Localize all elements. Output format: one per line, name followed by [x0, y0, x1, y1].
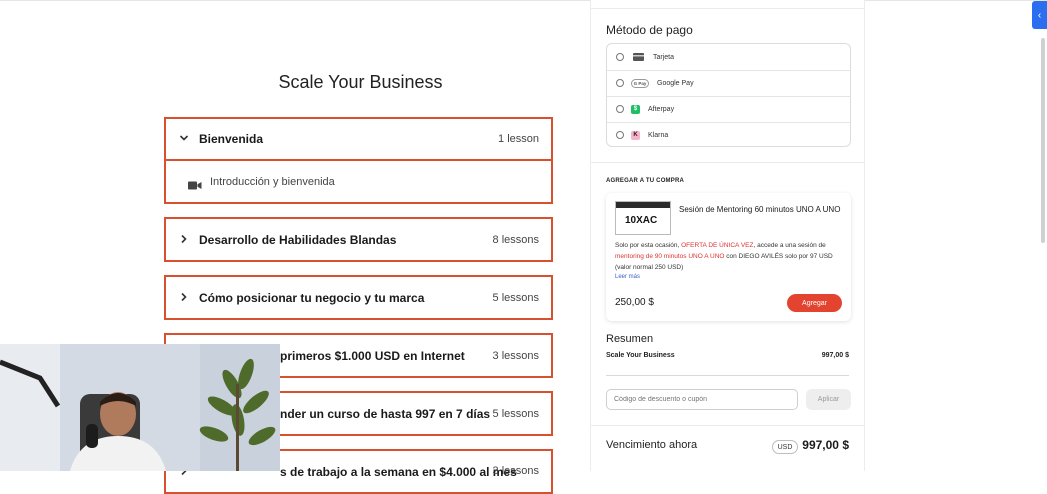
- due-now-label: Vencimiento ahora: [606, 439, 698, 451]
- module-lesson-count: 1 lesson: [498, 133, 539, 145]
- thumbnail-logo-text: 10XAC: [625, 215, 658, 226]
- module-lesson-count: 5 lessons: [492, 407, 539, 420]
- section-divider: [591, 162, 864, 163]
- lesson-row[interactable]: Introducción y bienvenida: [164, 159, 553, 204]
- payment-method-list: Tarjeta G Pay Google Pay $ Afterpay K Kl…: [606, 43, 851, 147]
- summary-divider: [606, 375, 849, 376]
- desc-text: , accede a una sesión de: [753, 242, 826, 249]
- panel-divider: [591, 8, 864, 9]
- payment-option-afterpay[interactable]: $ Afterpay: [607, 96, 850, 122]
- scrollbar[interactable]: [1041, 38, 1045, 243]
- module-posicionar-negocio[interactable]: Cómo posicionar tu negocio y tu marca 5 …: [164, 275, 553, 320]
- payment-option-label: Afterpay: [648, 105, 675, 113]
- payment-option-label: Tarjeta: [653, 53, 675, 61]
- addon-price: 250,00 $: [615, 297, 654, 308]
- addon-card: 10XAC Sesión de Mentoring 60 minutos UNO…: [606, 193, 851, 321]
- apply-coupon-button[interactable]: Aplicar: [806, 389, 851, 410]
- due-divider: [591, 425, 864, 426]
- desc-highlight: OFERTA DE ÚNICA VEZ: [681, 242, 754, 249]
- radio-button[interactable]: [616, 131, 624, 139]
- coupon-input[interactable]: [606, 389, 798, 410]
- desc-highlight: mentoring de 90 minutos UNO A UNO: [615, 253, 725, 260]
- chevron-right-icon: [179, 291, 191, 305]
- side-panel-toggle[interactable]: ‹: [1032, 1, 1047, 29]
- webcam-overlay: [0, 344, 280, 471]
- summary-item-price: 997,00 $: [821, 352, 849, 359]
- addon-header: AGREGAR A TU COMPRA: [606, 178, 685, 184]
- payment-option-label: Google Pay: [657, 79, 694, 87]
- module-bienvenida[interactable]: Bienvenida 1 lesson: [164, 117, 553, 161]
- module-lesson-count: 8 lessons: [492, 233, 539, 246]
- module-name: Cómo posicionar tu negocio y tu marca: [199, 290, 425, 305]
- radio-button[interactable]: [616, 79, 624, 87]
- radio-button[interactable]: [616, 105, 624, 113]
- payment-method-title: Método de pago: [606, 23, 693, 37]
- payment-option-google-pay[interactable]: G Pay Google Pay: [607, 70, 850, 96]
- payment-option-label: Klarna: [648, 131, 669, 139]
- module-name: Bienvenida: [199, 132, 264, 146]
- module-lesson-count: 3 lessons: [492, 465, 539, 477]
- course-title: Scale Your Business: [278, 72, 443, 92]
- lesson-name: Introducción y bienvenida: [210, 175, 335, 188]
- summary-title: Resumen: [606, 333, 654, 345]
- chevron-left-icon: ‹: [1037, 9, 1042, 21]
- payment-option-klarna[interactable]: K Klarna: [607, 122, 850, 148]
- currency-badge: USD: [772, 440, 798, 454]
- module-lesson-count: 3 lessons: [492, 349, 539, 362]
- read-more-link[interactable]: Leer más: [615, 274, 640, 280]
- payment-option-tarjeta[interactable]: Tarjeta: [607, 44, 850, 70]
- due-now-total: 997,00 $: [802, 438, 849, 452]
- top-divider: [0, 0, 1047, 1]
- addon-title: Sesión de Mentoring 60 minutos UNO A UNO: [679, 205, 841, 214]
- addon-thumbnail: 10XAC: [615, 201, 671, 235]
- checkout-panel: Método de pago Tarjeta G Pay Google Pay …: [590, 0, 865, 471]
- module-name: s de trabajo a la semana en $4.000 al me…: [280, 465, 517, 479]
- addon-description: Solo por esta ocasión, OFERTA DE ÚNICA V…: [615, 240, 847, 273]
- module-name: primeros $1.000 USD en Internet: [280, 348, 465, 363]
- module-name: nder un curso de hasta 997 en 7 días: [280, 406, 491, 421]
- afterpay-icon: $: [631, 104, 640, 114]
- add-addon-button[interactable]: Agregar: [787, 294, 842, 312]
- klarna-icon: K: [631, 130, 640, 140]
- module-lesson-count: 5 lessons: [492, 291, 539, 304]
- module-name: Desarrollo de Habilidades Blandas: [199, 232, 397, 247]
- module-habilidades-blandas[interactable]: Desarrollo de Habilidades Blandas 8 less…: [164, 217, 553, 262]
- card-icon: [631, 53, 645, 62]
- chevron-down-icon: [179, 132, 191, 146]
- gpay-icon: G Pay: [631, 78, 649, 88]
- radio-button[interactable]: [616, 53, 624, 61]
- video-camera-icon: [188, 177, 202, 190]
- summary-item-name: Scale Your Business: [606, 352, 675, 359]
- chevron-right-icon: [179, 233, 191, 247]
- thumbnail-banner: [616, 202, 670, 208]
- desc-text: Solo por esta ocasión,: [615, 242, 682, 249]
